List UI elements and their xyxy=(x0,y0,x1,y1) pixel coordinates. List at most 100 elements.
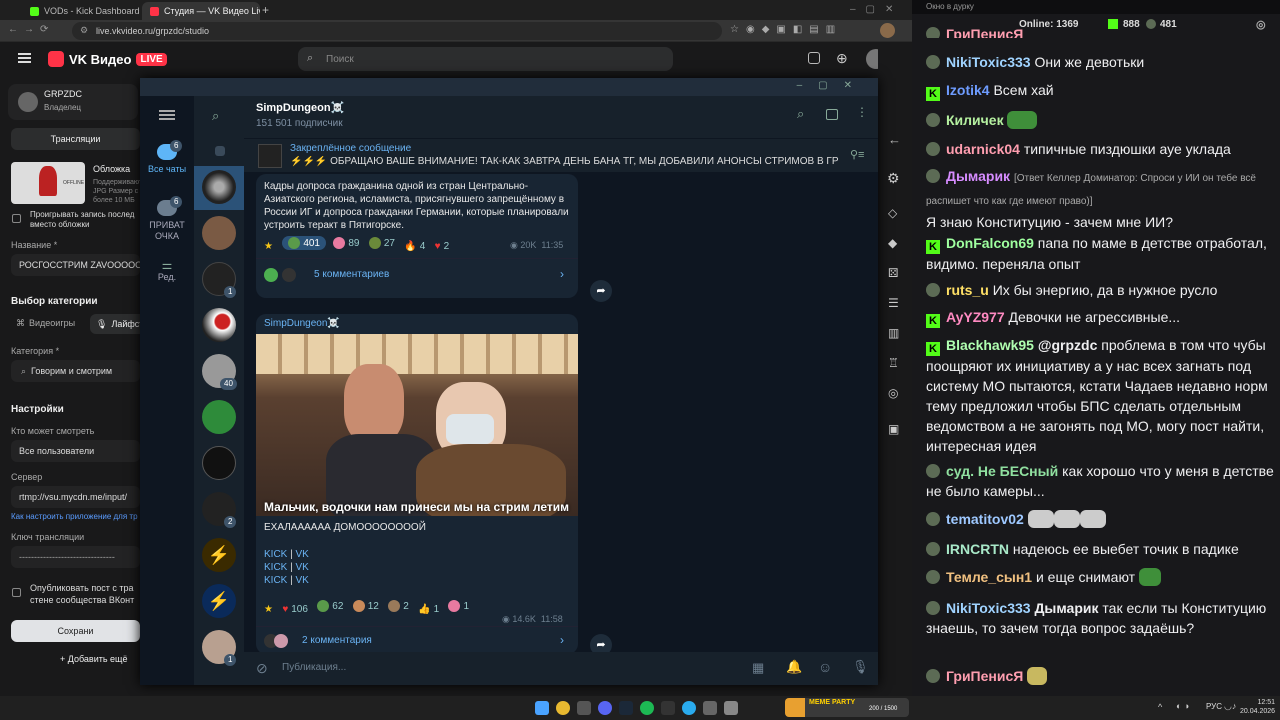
folder-private[interactable]: ПРИВАТ ОЧКА 6 xyxy=(140,196,194,242)
network-icon[interactable]: ◡♪ xyxy=(1224,701,1236,712)
kick-link[interactable]: KICK xyxy=(264,549,287,560)
window-controls[interactable]: –▢✕ xyxy=(797,80,868,91)
replay-checkbox[interactable] xyxy=(12,214,21,223)
lightning-avatar-icon[interactable]: ⚡ xyxy=(202,584,236,618)
share-button[interactable]: ➦ xyxy=(590,280,612,302)
notifications-icon[interactable] xyxy=(808,52,820,64)
post-author[interactable]: SimpDungeon☠️ xyxy=(264,318,340,329)
vk-logo[interactable]: VK Видео LIVE xyxy=(48,51,167,67)
add-more-button[interactable]: + Добавить ещё xyxy=(60,654,127,664)
schedule-icon[interactable]: ▦ xyxy=(752,660,764,676)
video-icon[interactable]: ▣ xyxy=(888,422,899,436)
url-bar[interactable]: ⚙ live.vkvideo.ru/grpzdc/studio xyxy=(72,22,722,40)
folder-edit[interactable]: ⚌ Ред. xyxy=(140,258,194,282)
server-input[interactable]: rtmp://vsu.mycdn.me/input/ xyxy=(11,486,140,508)
tab-kick-vods[interactable]: VODs - Kick Dashboard xyxy=(22,2,140,20)
clock[interactable]: 12:51 20.04.2026 xyxy=(1240,698,1275,716)
who-can-watch-select[interactable]: Все пользователи xyxy=(11,440,140,462)
start-icon[interactable] xyxy=(535,701,549,715)
reaction[interactable]: 62 xyxy=(317,600,343,612)
reaction[interactable]: 👍 1 xyxy=(418,604,439,615)
publish-checkbox[interactable] xyxy=(12,588,21,597)
reaction[interactable]: 27 xyxy=(368,237,395,249)
reaction[interactable]: 2 xyxy=(388,600,409,612)
folder-all-chats[interactable]: Все чаты 6 xyxy=(140,140,194,174)
cover-thumbnail[interactable]: OFFLINE xyxy=(11,162,85,204)
kick-link[interactable]: KICK xyxy=(264,562,287,573)
vk-link[interactable]: VK xyxy=(296,562,309,573)
save-button[interactable]: Сохрани xyxy=(11,620,140,642)
app-icon[interactable] xyxy=(661,701,675,715)
composer-input[interactable]: Публикация... xyxy=(282,662,346,673)
diamond-icon[interactable]: ◇ xyxy=(888,206,897,220)
lightning-avatar-icon[interactable]: ⚡ xyxy=(202,538,236,572)
trophy-icon[interactable]: ♖ xyxy=(888,356,899,370)
comments-row[interactable]: 2 комментария › xyxy=(264,632,570,652)
hamburger-menu-icon[interactable] xyxy=(18,53,31,63)
steam-icon[interactable] xyxy=(619,701,633,715)
stats-icon[interactable]: ▥ xyxy=(888,326,899,340)
cat-games-button[interactable]: ⌘ Видеоигры xyxy=(16,318,75,329)
sidebar-toggle-icon[interactable] xyxy=(826,109,838,120)
category-input[interactable]: ⌕ Говорим и смотрим xyxy=(11,360,140,382)
files-icon[interactable] xyxy=(577,701,591,715)
gem-icon[interactable]: ◆ xyxy=(888,236,897,250)
microphone-icon[interactable]: 🎙 xyxy=(852,659,869,675)
add-icon[interactable]: ⊕ xyxy=(836,50,848,67)
reaction[interactable]: ♥ 2 xyxy=(435,241,450,252)
menu-icon[interactable] xyxy=(159,110,175,120)
extension-icons[interactable]: ☆◉◆▣◧▤▥ xyxy=(730,24,842,35)
stream-name-input[interactable]: РОСГОССТРИМ ZAVOOOOO2 xyxy=(11,254,140,276)
telegram-icon[interactable] xyxy=(682,701,696,715)
back-arrow-icon[interactable]: ← xyxy=(888,132,901,147)
chat-avatar[interactable] xyxy=(202,446,236,480)
search-icon[interactable]: ⌕ xyxy=(212,108,219,124)
gear-icon[interactable]: ⚙ xyxy=(887,170,900,187)
pin-list-icon[interactable]: ⚲≡ xyxy=(850,148,864,161)
emoji-icon[interactable]: ☺ xyxy=(818,659,832,675)
site-info-icon[interactable]: ⚙ xyxy=(80,25,88,36)
chrome-icon[interactable] xyxy=(556,701,570,715)
reaction[interactable]: 12 xyxy=(352,600,379,612)
channel-card[interactable]: GRPZDC Владелец xyxy=(8,84,138,120)
tray-chevron-icon[interactable]: ^ xyxy=(1158,702,1162,712)
channel-title[interactable]: SimpDungeon☠️ xyxy=(256,101,344,114)
vk-link[interactable]: VK xyxy=(296,549,309,560)
chat-avatar[interactable] xyxy=(202,400,236,434)
new-tab-icon[interactable]: + xyxy=(262,3,269,17)
keyboard-language[interactable]: РУС xyxy=(1206,702,1222,711)
tray-icons[interactable]: ◐ ◑ xyxy=(1176,701,1189,711)
nav-buttons-icon[interactable]: ←→⟳ xyxy=(8,24,54,35)
cat-life-button[interactable]: 🎙 Лайфст xyxy=(90,314,143,334)
comments-row[interactable]: 5 комментариев › xyxy=(264,266,570,286)
reaction[interactable]: 1 xyxy=(448,600,469,612)
discord-icon[interactable] xyxy=(598,701,612,715)
howto-link[interactable]: Как настроить приложение для тр xyxy=(11,512,138,521)
list-icon[interactable]: ☰ xyxy=(888,296,899,310)
reaction-pill[interactable]: 401 xyxy=(282,236,326,250)
profile-avatar[interactable] xyxy=(880,23,895,38)
archive-icon[interactable] xyxy=(215,146,225,156)
pinned-message-bar[interactable]: Закреплённое сообщение ⚡⚡⚡ ОБРАЩАЮ ВАШЕ … xyxy=(244,138,878,172)
app-icon[interactable] xyxy=(724,701,738,715)
chat-avatar[interactable] xyxy=(202,308,236,342)
reaction[interactable]: 🔥 4 xyxy=(404,241,425,252)
bell-icon[interactable]: 🔔 xyxy=(786,659,802,675)
vk-search-input[interactable]: ⌕ Поиск xyxy=(298,47,673,71)
post-video-thumbnail[interactable]: Мальчик, водочки нам принеси мы на стрим… xyxy=(256,334,578,516)
reaction[interactable]: 89 xyxy=(333,237,359,249)
reaction[interactable]: ♥ 106 xyxy=(282,604,308,615)
chat-avatar[interactable] xyxy=(202,216,236,250)
attach-icon[interactable]: ⊘ xyxy=(256,660,268,677)
window-controls[interactable]: –▢✕ xyxy=(850,4,903,15)
star-reaction-icon[interactable]: ★ xyxy=(264,604,273,615)
dice-icon[interactable]: ⚄ xyxy=(888,266,898,280)
broadcasts-tab[interactable]: Трансляции xyxy=(11,128,140,150)
more-icon[interactable]: ⋮ xyxy=(856,105,868,119)
kick-link[interactable]: KICK xyxy=(264,575,287,586)
search-icon[interactable]: ⌕ xyxy=(797,106,804,122)
app-icon[interactable] xyxy=(703,701,717,715)
vk-link[interactable]: VK xyxy=(296,575,309,586)
chat-avatar[interactable] xyxy=(202,170,236,204)
spotify-icon[interactable] xyxy=(640,701,654,715)
